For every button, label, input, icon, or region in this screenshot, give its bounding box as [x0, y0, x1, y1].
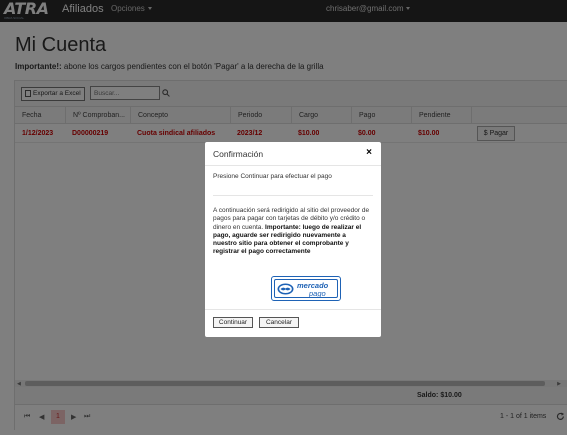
handshake-icon: [277, 283, 294, 295]
modal-body: A continuación será redirigido al sitio …: [213, 207, 371, 257]
cancel-button[interactable]: Cancelar: [259, 317, 299, 328]
close-icon[interactable]: ×: [366, 147, 372, 158]
mercadopago-badge: mercado pago: [274, 279, 338, 298]
mercadopago-logo[interactable]: mercado pago: [271, 276, 341, 301]
modal-header: Confirmación ×: [205, 142, 381, 166]
confirmation-modal: Confirmación × Presione Continuar para e…: [205, 142, 381, 337]
modal-intro: Presione Continuar para efectuar el pago: [213, 173, 332, 180]
modal-footer-divider: [205, 309, 381, 310]
continue-button[interactable]: Continuar: [213, 317, 253, 328]
logo-line-2: pago: [309, 289, 326, 298]
modal-divider: [213, 195, 373, 196]
modal-title: Confirmación: [213, 149, 264, 159]
